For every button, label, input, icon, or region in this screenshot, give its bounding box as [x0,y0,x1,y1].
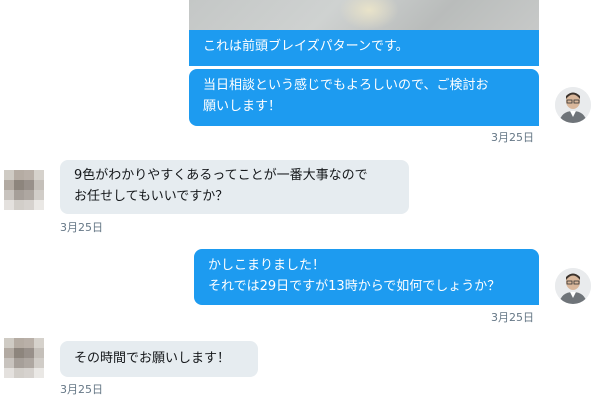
message-timestamp: 3月25日 [491,311,534,324]
avatar-other[interactable] [4,170,44,210]
outgoing-message: 当日相談という感じでもよろしいので、ご検討お 願いします！ [189,69,539,126]
user-avatar-icon [555,268,591,304]
avatar-me[interactable] [555,87,591,123]
photo-highlight [339,0,399,30]
avatar-other[interactable] [4,338,44,378]
message-timestamp: 3月25日 [60,221,103,234]
avatar-me[interactable] [555,268,591,304]
message-timestamp: 3月25日 [491,131,534,144]
outgoing-message: これは前頭ブレイズパターンです。 [189,30,539,66]
user-avatar-icon [555,87,591,123]
incoming-message: その時間でお願いします！ [60,341,258,377]
shared-photo[interactable] [189,0,539,30]
outgoing-message: かしこまりました！ それでは29日ですが13時からで如何でしょうか？ [194,249,539,305]
incoming-message: 9色がわかりやすくあるってことが一番大事なので お任せしてもいいですか？ [60,160,409,214]
message-timestamp: 3月25日 [60,383,103,396]
